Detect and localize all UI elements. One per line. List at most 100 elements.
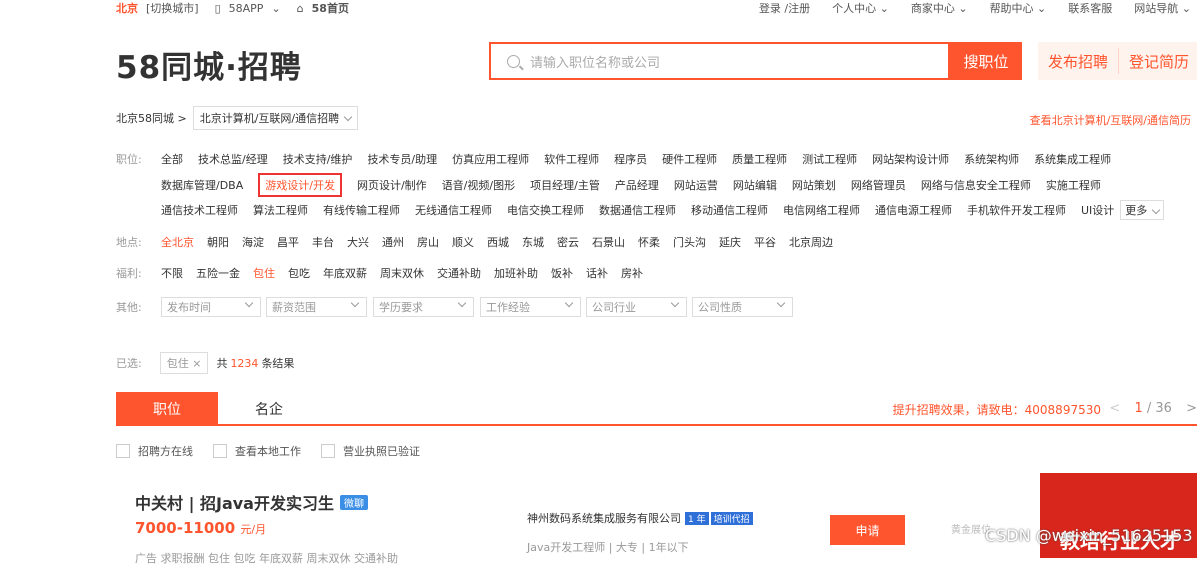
job-option[interactable]: 算法工程师	[253, 202, 308, 218]
breadcrumb-home[interactable]: 北京58同城 >	[116, 110, 187, 126]
job-option[interactable]: 软件工程师	[544, 151, 599, 167]
welfare-option[interactable]: 包住	[253, 265, 275, 281]
job-option[interactable]: 数据库管理/DBA	[161, 177, 243, 193]
job-option[interactable]: 电信交换工程师	[507, 202, 584, 218]
welfare-option[interactable]: 加班补助	[494, 265, 538, 281]
search-input[interactable]: 请输入职位名称或公司	[489, 42, 950, 80]
prev-page-button[interactable]: <	[1109, 401, 1120, 416]
job-listing[interactable]: 中关村 | 招Java开发实习生 微聊 7000-11000 元/月 广告 求职报…	[135, 490, 398, 565]
job-option[interactable]: 网络管理员	[851, 177, 906, 193]
welfare-option[interactable]: 房补	[621, 265, 643, 281]
personal-center-menu[interactable]: 个人中心 ⌄	[832, 0, 889, 16]
contact-service-link[interactable]: 联系客服	[1068, 0, 1112, 16]
chat-badge[interactable]: 微聊	[339, 494, 368, 510]
apply-button[interactable]: 申请	[830, 515, 905, 545]
tab-company[interactable]: 名企	[218, 392, 320, 426]
job-option[interactable]: 程序员	[614, 151, 647, 167]
job-option[interactable]: 技术总监/经理	[198, 151, 268, 167]
welfare-option[interactable]: 周末双休	[380, 265, 424, 281]
job-option[interactable]: 测试工程师	[802, 151, 857, 167]
register-resume-button[interactable]: 登记简历	[1119, 51, 1197, 72]
welfare-option[interactable]: 话补	[586, 265, 608, 281]
job-option[interactable]: 系统架构师	[964, 151, 1019, 167]
location-option[interactable]: 全北京	[161, 234, 194, 250]
more-dropdown[interactable]: 更多	[1120, 200, 1165, 220]
location-option[interactable]: 怀柔	[638, 234, 660, 250]
education-select[interactable]: 学历要求	[373, 297, 474, 317]
location-option[interactable]: 门头沟	[673, 234, 706, 250]
location-option[interactable]: 房山	[417, 234, 439, 250]
location-option[interactable]: 朝阳	[207, 234, 229, 250]
job-option[interactable]: 产品经理	[615, 177, 659, 193]
site-nav-menu[interactable]: 网站导航 ⌄	[1134, 0, 1191, 16]
salary-select[interactable]: 薪资范围	[266, 297, 367, 317]
publish-job-button[interactable]: 发布招聘	[1038, 51, 1118, 72]
job-option[interactable]: 移动通信工程师	[691, 202, 768, 218]
switch-city-link[interactable]: [切换城市]	[146, 0, 199, 16]
search-button[interactable]: 搜职位	[950, 42, 1022, 80]
job-option[interactable]: 电信网络工程师	[783, 202, 860, 218]
selected-tag[interactable]: 包住 ×	[159, 352, 209, 374]
location-option[interactable]: 北京周边	[789, 234, 833, 250]
job-option[interactable]: 网站运营	[674, 177, 718, 193]
publish-time-select[interactable]: 发布时间	[161, 297, 261, 317]
location-option[interactable]: 通州	[382, 234, 404, 250]
job-option[interactable]: 网站策划	[792, 177, 836, 193]
welfare-option[interactable]: 五险一金	[196, 265, 240, 281]
company-name[interactable]: 神州数码系统集成服务有限公司	[527, 510, 681, 526]
location-option[interactable]: 丰台	[312, 234, 334, 250]
location-option[interactable]: 石景山	[592, 234, 625, 250]
job-option[interactable]: 系统集成工程师	[1034, 151, 1111, 167]
job-option[interactable]: 网络与信息安全工程师	[921, 177, 1031, 193]
job-option[interactable]: 通信电源工程师	[875, 202, 952, 218]
job-option[interactable]: 网页设计/制作	[357, 177, 427, 193]
welfare-option[interactable]: 饭补	[551, 265, 573, 281]
view-resumes-link[interactable]: 查看北京计算机/互联网/通信简历	[1030, 112, 1191, 128]
home-link[interactable]: 58首页	[312, 0, 349, 16]
job-option[interactable]: 质量工程师	[732, 151, 787, 167]
job-option[interactable]: 硬件工程师	[662, 151, 717, 167]
location-option[interactable]: 东城	[522, 234, 544, 250]
job-option[interactable]: 实施工程师	[1046, 177, 1101, 193]
tab-job[interactable]: 职位	[116, 392, 218, 426]
local-checkbox[interactable]: 查看本地工作	[213, 443, 301, 459]
job-option[interactable]: 无线通信工程师	[415, 202, 492, 218]
merchant-center-menu[interactable]: 商家中心 ⌄	[911, 0, 968, 16]
license-checkbox[interactable]: 营业执照已验证	[321, 443, 420, 459]
industry-select[interactable]: 公司行业	[586, 297, 687, 317]
location-option[interactable]: 密云	[557, 234, 579, 250]
welfare-option[interactable]: 交通补助	[437, 265, 481, 281]
welfare-option[interactable]: 年底双薪	[323, 265, 367, 281]
job-option[interactable]: 通信技术工程师	[161, 202, 238, 218]
job-title[interactable]: 中关村 | 招Java开发实习生	[135, 490, 334, 514]
job-option[interactable]: 技术专员/助理	[367, 151, 437, 167]
location-option[interactable]: 延庆	[719, 234, 741, 250]
location-option[interactable]: 大兴	[347, 234, 369, 250]
location-option[interactable]: 顺义	[452, 234, 474, 250]
location-option[interactable]: 海淀	[242, 234, 264, 250]
next-page-button[interactable]: >	[1186, 401, 1197, 416]
job-option[interactable]: 有线传输工程师	[323, 202, 400, 218]
ad-banner[interactable]: 教培行业人才	[1040, 473, 1197, 558]
job-option[interactable]: 语音/视频/图形	[442, 177, 515, 193]
job-option[interactable]: 项目经理/主管	[530, 177, 600, 193]
experience-select[interactable]: 工作经验	[480, 297, 581, 317]
job-option-selected[interactable]: 游戏设计/开发	[258, 173, 342, 197]
job-option[interactable]: 网站编辑	[733, 177, 777, 193]
location-option[interactable]: 昌平	[277, 234, 299, 250]
job-option[interactable]: UI设计	[1081, 202, 1114, 218]
site-logo[interactable]: 58同城·招聘	[116, 44, 302, 86]
app-link[interactable]: 58APP	[229, 2, 264, 15]
job-option[interactable]: 手机软件开发工程师	[967, 202, 1066, 218]
company-type-select[interactable]: 公司性质	[692, 297, 793, 317]
job-option[interactable]: 网站架构设计师	[872, 151, 949, 167]
job-option[interactable]: 全部	[161, 151, 183, 167]
category-dropdown[interactable]: 北京计算机/互联网/通信招聘	[192, 106, 359, 130]
location-option[interactable]: 平谷	[754, 234, 776, 250]
welfare-option[interactable]: 包吃	[288, 265, 310, 281]
help-center-menu[interactable]: 帮助中心 ⌄	[990, 0, 1047, 16]
job-option[interactable]: 数据通信工程师	[599, 202, 676, 218]
job-option[interactable]: 技术支持/维护	[283, 151, 353, 167]
login-link[interactable]: 登录 /注册	[759, 0, 810, 16]
location-option[interactable]: 西城	[487, 234, 509, 250]
